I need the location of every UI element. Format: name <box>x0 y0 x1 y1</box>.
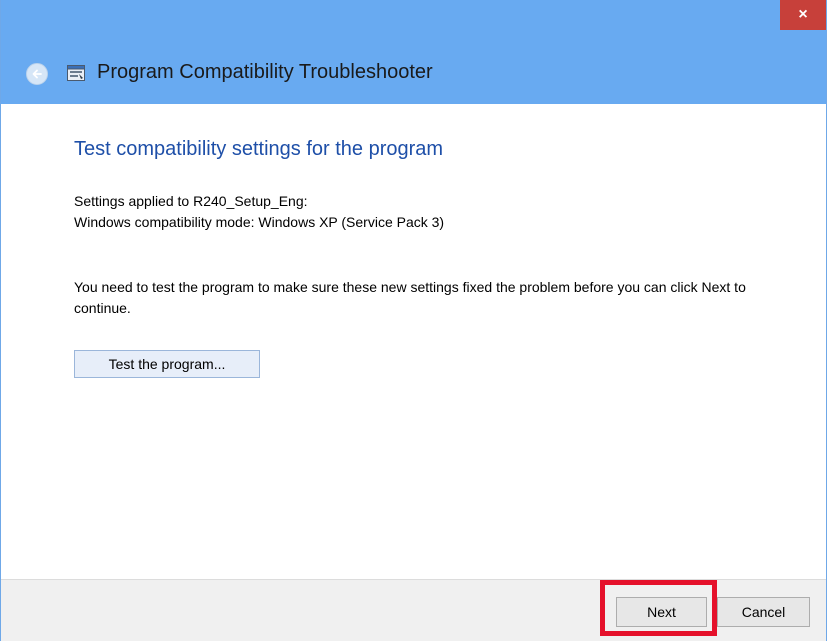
close-button[interactable]: × <box>780 0 826 30</box>
cancel-button[interactable]: Cancel <box>717 597 810 627</box>
title-bar: × Program Compatibility Troubleshooter <box>1 0 826 104</box>
back-button[interactable] <box>26 63 48 85</box>
compatibility-mode-text: Windows compatibility mode: Windows XP (… <box>74 214 445 230</box>
close-icon: × <box>798 6 808 23</box>
back-arrow-icon <box>32 69 42 79</box>
content-area: Test compatibility settings for the prog… <box>1 104 826 579</box>
settings-applied-text: Settings applied to R240_Setup_Eng: <box>74 193 308 209</box>
test-program-button[interactable]: Test the program... <box>74 350 260 378</box>
troubleshooter-window: × Program Compatibility Troubleshooter T… <box>0 0 827 641</box>
next-button[interactable]: Next <box>616 597 707 627</box>
page-heading: Test compatibility settings for the prog… <box>74 138 444 160</box>
footer-bar: Next Cancel <box>1 579 826 641</box>
window-title: Program Compatibility Troubleshooter <box>97 61 433 83</box>
instruction-text: You need to test the program to make sur… <box>74 279 746 316</box>
troubleshooter-icon <box>67 65 85 81</box>
